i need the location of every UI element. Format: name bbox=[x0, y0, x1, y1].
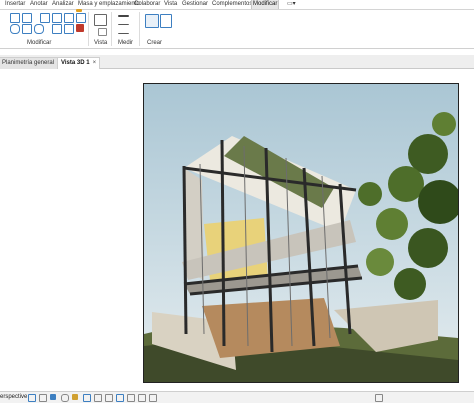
group-label-vista: Vista bbox=[94, 40, 108, 46]
panel-toggle-icon[interactable]: ▭▾ bbox=[286, 0, 297, 9]
view-type-label: erspective bbox=[0, 394, 28, 400]
view-subtool-icon[interactable] bbox=[98, 28, 107, 36]
rendered-house-image bbox=[144, 84, 458, 382]
mirror-draw-icon[interactable] bbox=[22, 24, 32, 34]
view-control-bar: erspective bbox=[0, 391, 474, 403]
offset-tool-icon[interactable] bbox=[22, 13, 32, 23]
crop-view-icon[interactable] bbox=[94, 394, 102, 402]
status-right-icon[interactable] bbox=[375, 394, 383, 402]
reveal-hidden-icon[interactable] bbox=[138, 394, 146, 402]
group-separator bbox=[88, 12, 89, 46]
sun-path-icon[interactable] bbox=[61, 394, 69, 402]
ribbon-menu-bar: Insertar Anotar Analizar Masa y emplazam… bbox=[0, 0, 474, 10]
rotate-icon[interactable] bbox=[34, 24, 44, 34]
create-group-icon[interactable] bbox=[145, 14, 159, 28]
tab-planimetria-general[interactable]: Planimetría general bbox=[0, 57, 59, 69]
ribbon-panel: Modificar Vista Medir Crear bbox=[0, 9, 474, 49]
mirror-axis-icon[interactable] bbox=[10, 24, 20, 34]
trim-icon[interactable] bbox=[52, 24, 62, 34]
group-separator bbox=[139, 12, 140, 46]
scale-icon[interactable] bbox=[28, 394, 36, 402]
group-label-medir: Medir bbox=[118, 40, 134, 46]
delete-icon[interactable] bbox=[76, 24, 84, 32]
menu-modificar[interactable]: Modificar bbox=[251, 0, 280, 9]
group-label-crear: Crear bbox=[147, 40, 163, 46]
detail-level-icon[interactable] bbox=[39, 394, 47, 402]
shadows-icon[interactable] bbox=[72, 394, 78, 400]
dimension-icon[interactable] bbox=[118, 24, 129, 34]
pin-icon[interactable] bbox=[76, 9, 82, 12]
menu-analizar[interactable]: Analizar bbox=[51, 0, 75, 9]
create-parts-icon[interactable] bbox=[160, 14, 172, 28]
3d-view-render[interactable] bbox=[143, 83, 459, 383]
tab-label: Vista 3D 1 bbox=[61, 60, 90, 66]
split-icon[interactable] bbox=[64, 13, 74, 23]
menu-gestionar[interactable]: Gestionar bbox=[181, 0, 209, 9]
view-tools-icon[interactable] bbox=[94, 14, 107, 26]
menu-complementos[interactable]: Complementos bbox=[211, 0, 253, 9]
hide-isolate-icon[interactable] bbox=[127, 394, 135, 402]
lock-view-icon[interactable] bbox=[116, 394, 124, 402]
close-icon[interactable]: × bbox=[93, 58, 97, 69]
worksharing-icon[interactable] bbox=[149, 394, 157, 402]
group-label-modificar: Modificar bbox=[27, 40, 52, 46]
render-icon[interactable] bbox=[83, 394, 91, 402]
move-icon[interactable] bbox=[40, 13, 50, 23]
copy-icon[interactable] bbox=[52, 13, 62, 23]
crop-region-icon[interactable] bbox=[105, 394, 113, 402]
view-tabs-bar: Planimetría general Vista 3D 1 × bbox=[0, 55, 474, 69]
menu-colaborar[interactable]: Colaborar bbox=[133, 0, 161, 9]
menu-anotar[interactable]: Anotar bbox=[29, 0, 49, 9]
menu-masa-y-emplazamiento[interactable]: Masa y emplazamiento bbox=[77, 0, 141, 9]
scale-icon[interactable] bbox=[76, 13, 86, 23]
tab-vista-3d-1[interactable]: Vista 3D 1 × bbox=[57, 57, 101, 69]
menu-insertar[interactable]: Insertar bbox=[4, 0, 26, 9]
group-separator bbox=[111, 12, 112, 46]
align-tool-icon[interactable] bbox=[10, 13, 20, 23]
measure-icon[interactable] bbox=[118, 15, 129, 17]
menu-vista[interactable]: Vista bbox=[163, 0, 178, 9]
visual-style-icon[interactable] bbox=[50, 394, 56, 400]
array-icon[interactable] bbox=[64, 24, 74, 34]
